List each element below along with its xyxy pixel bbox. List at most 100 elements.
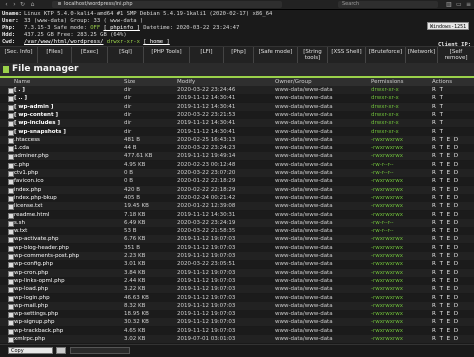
- dir-link[interactable]: [ wp-includes ]: [14, 119, 60, 127]
- permissions-link[interactable]: -rwxrwxrwx: [371, 285, 403, 293]
- file-link[interactable]: index.php: [14, 186, 41, 194]
- menu-sql[interactable]: [Sql]: [108, 47, 144, 63]
- file-link[interactable]: wp-settings.php: [14, 310, 58, 318]
- permissions-link[interactable]: -rwxrwxrwx: [371, 335, 403, 343]
- row-actions[interactable]: R T E D: [432, 327, 459, 335]
- permissions-link[interactable]: -rwxrwxrwx: [371, 269, 403, 277]
- permissions-link[interactable]: -rwxrwxrwx: [371, 235, 403, 243]
- row-actions[interactable]: R T E D: [432, 318, 459, 326]
- menu-safe-mode[interactable]: [Safe mode]: [254, 47, 298, 63]
- permissions-link[interactable]: -rwxrwxrwx: [371, 152, 403, 160]
- file-link[interactable]: readme.html: [14, 211, 49, 219]
- permissions-link[interactable]: -rwxrwxrwx: [371, 194, 403, 202]
- permissions-link[interactable]: -rwxrwxrwx: [371, 144, 403, 152]
- file-link[interactable]: .htaccess: [14, 136, 40, 144]
- file-link[interactable]: wp-login.php: [14, 294, 50, 302]
- table-row[interactable]: index.php-bkup 405 B 2020-02-24 00:21:42 ww…: [0, 193, 474, 202]
- permissions-link[interactable]: -rwxrwxrwx: [371, 244, 403, 252]
- row-actions[interactable]: R T E D: [432, 252, 459, 260]
- file-link[interactable]: wp-signup.php: [14, 318, 55, 326]
- menu-exec[interactable]: [Exec]: [72, 47, 108, 63]
- file-link[interactable]: wp-cron.php: [14, 269, 48, 277]
- col-modify[interactable]: Modify: [177, 78, 195, 86]
- table-row[interactable]: .htaccess 481 B 2020-02-25 16:43:13 www-dat…: [0, 135, 474, 144]
- table-row[interactable]: wp-load.php 3.22 KB 2019-11-12 19:07:03 www…: [0, 285, 474, 294]
- permissions-link[interactable]: -rw-r--r--: [371, 227, 394, 235]
- table-row[interactable]: index.php 420 B 2020-02-22 22:18:29 www-dat…: [0, 185, 474, 194]
- submit-button[interactable]: [56, 347, 66, 354]
- table-row[interactable]: ctv1.php 0 B 2020-03-22 23:07:20 www-data/w…: [0, 169, 474, 177]
- table-row[interactable]: c.php 4.95 KB 2020-02-23 00:12:48 www-data/…: [0, 160, 474, 169]
- permissions-link[interactable]: -rwxrwxrwx: [371, 310, 403, 318]
- table-row[interactable]: 1.cda 44 B 2020-03-22 23:24:23 www-data/www…: [0, 144, 474, 153]
- table-row[interactable]: wp-blog-header.php 351 B 2019-11-12 19:07:…: [0, 243, 474, 252]
- row-actions[interactable]: R T: [432, 111, 444, 119]
- row-actions[interactable]: R T E D: [432, 211, 459, 219]
- row-actions[interactable]: R T E D: [432, 277, 459, 285]
- home-link[interactable]: [ home ]: [143, 39, 170, 45]
- table-row[interactable]: license.txt 19.45 KB 2020-01-22 12:39:08 ww…: [0, 202, 474, 211]
- permissions-link[interactable]: drwxr-xr-x: [371, 94, 399, 102]
- menu-sec-info[interactable]: [Sec. Info]: [0, 47, 38, 63]
- permissions-link[interactable]: drwxr-xr-x: [371, 128, 399, 136]
- menu-icon[interactable]: ≡: [466, 2, 471, 8]
- permissions-link[interactable]: drwxr-xr-x: [371, 86, 399, 94]
- permissions-link[interactable]: drwxr-xr-x: [371, 119, 399, 127]
- menu-self-remove[interactable]: [Self remove]: [438, 47, 474, 63]
- table-row[interactable]: [ wp-admin ] dir 2019-11-12 14:30:41 www-da…: [0, 102, 474, 111]
- phpinfo-link[interactable]: [ phpinfo ]: [103, 25, 139, 31]
- forward-icon[interactable]: ›: [12, 2, 17, 8]
- table-row[interactable]: s.sh 6.49 KB 2020-03-22 23:24:19 www-data/w…: [0, 218, 474, 227]
- row-actions[interactable]: R T: [432, 128, 444, 136]
- col-owner[interactable]: Owner/Group: [275, 78, 312, 86]
- table-row[interactable]: [ wp-snapshots ] dir 2019-11-12 14:30:41 ww…: [0, 127, 474, 136]
- permissions-link[interactable]: -rwxrwxrwx: [371, 177, 403, 185]
- row-actions[interactable]: R T E D: [432, 177, 459, 185]
- search-input[interactable]: Search: [338, 1, 438, 8]
- menu-bruteforce[interactable]: [Bruteforce]: [366, 47, 406, 63]
- row-actions[interactable]: R T E D: [432, 136, 459, 144]
- file-link[interactable]: c.php: [14, 161, 29, 169]
- menu-files[interactable]: [Files]: [38, 47, 72, 63]
- table-row[interactable]: wp-signup.php 30.32 KB 2019-11-12 19:07:03…: [0, 318, 474, 327]
- table-row[interactable]: wp-mail.php 8.32 KB 2019-11-12 19:07:03 www…: [0, 301, 474, 310]
- table-row[interactable]: wp-activate.php 6.76 KB 2019-11-12 19:07:0…: [0, 235, 474, 244]
- file-link[interactable]: xmlrpc.php: [14, 335, 45, 343]
- row-actions[interactable]: R T: [432, 119, 444, 127]
- col-size[interactable]: Size: [124, 78, 135, 86]
- row-actions[interactable]: R T: [432, 103, 444, 111]
- row-actions[interactable]: R T E D: [432, 302, 459, 310]
- permissions-link[interactable]: -rw-r--r--: [371, 219, 394, 227]
- home-icon[interactable]: ⌂: [30, 2, 35, 8]
- row-actions[interactable]: R T E D: [432, 269, 459, 277]
- permissions-link[interactable]: -rwxrwxrwx: [371, 186, 403, 194]
- dir-link[interactable]: [ . ]: [14, 86, 25, 94]
- row-actions[interactable]: R T E D: [432, 152, 459, 160]
- row-actions[interactable]: R T E D: [432, 310, 459, 318]
- dir-link[interactable]: [ wp-snapshots ]: [14, 128, 66, 136]
- row-actions[interactable]: R T E D: [432, 285, 459, 293]
- menu-string-tools[interactable]: [String tools]: [298, 47, 328, 63]
- row-actions[interactable]: R T E D: [432, 294, 459, 302]
- menu-lfi[interactable]: [LFI]: [190, 47, 224, 63]
- reload-icon[interactable]: ↻: [20, 2, 25, 8]
- charset-select[interactable]: Windows-1251: [427, 22, 469, 30]
- file-link[interactable]: 1.cda: [14, 144, 29, 152]
- action-select[interactable]: Copy: [8, 347, 53, 354]
- table-row[interactable]: w.txt 53 B 2020-03-22 21:58:35 www-data/www…: [0, 227, 474, 236]
- address-bar[interactable]: localhost/wordpress/ini.php: [52, 1, 282, 8]
- row-actions[interactable]: R T E D: [432, 335, 459, 343]
- table-row[interactable]: wp-login.php 46.63 KB 2019-11-12 19:07:03 w…: [0, 293, 474, 302]
- file-link[interactable]: adminer.php: [14, 152, 49, 160]
- table-row[interactable]: [ wp-content ] dir 2020-03-22 23:21:53 www-…: [0, 110, 474, 119]
- menu-xss-shell[interactable]: [XSS Shell]: [328, 47, 366, 63]
- table-row[interactable]: wp-config.php 3.01 KB 2020-03-22 23:05:51 w…: [0, 260, 474, 269]
- file-link[interactable]: favicon.ico: [14, 177, 44, 185]
- row-actions[interactable]: R T E D: [432, 161, 459, 169]
- file-link[interactable]: wp-activate.php: [14, 235, 58, 243]
- table-row[interactable]: wp-trackback.php 4.65 KB 2019-11-12 19:07:…: [0, 326, 474, 335]
- permissions-link[interactable]: drwxr-xr-x: [371, 103, 399, 111]
- table-row[interactable]: readme.html 7.18 KB 2019-11-12 14:30:31 www…: [0, 210, 474, 219]
- menu-php[interactable]: [Php]: [224, 47, 254, 63]
- file-link[interactable]: index.php-bkup: [14, 194, 57, 202]
